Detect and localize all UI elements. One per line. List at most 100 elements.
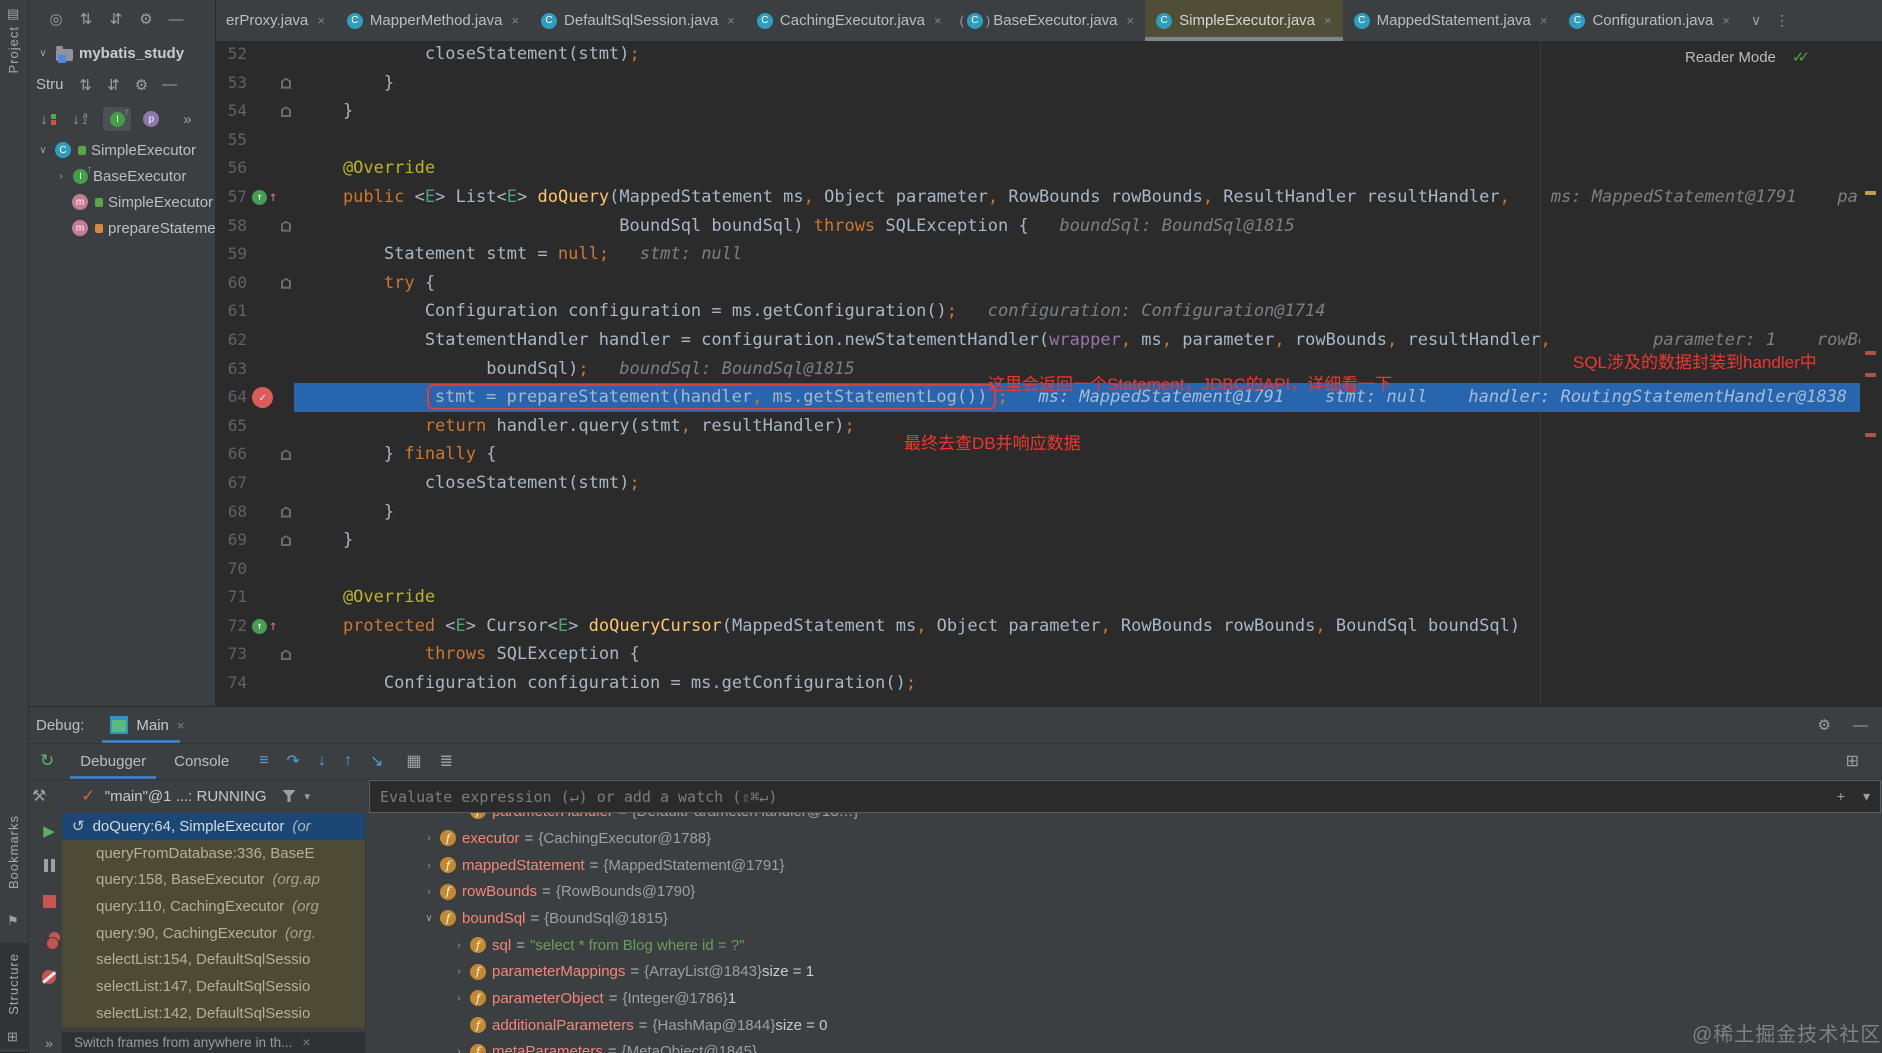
code-line-71[interactable]: 71 @Override [215, 583, 1860, 612]
line-number[interactable]: 61 [215, 297, 247, 326]
line-number[interactable]: 70 [215, 555, 247, 584]
inspections-ok-icon[interactable]: ✓✓ [1792, 48, 1811, 66]
frame-row[interactable]: query:90, CachingExecutor (org. [62, 920, 365, 947]
line-number[interactable]: 52 [215, 41, 247, 69]
close-icon[interactable]: × [1127, 13, 1135, 28]
code-editor[interactable]: 52 closeStatement(stmt);53 }54 }5556 @Ov… [215, 41, 1860, 706]
pause-program-icon[interactable] [38, 859, 60, 877]
close-icon[interactable]: × [302, 1035, 310, 1050]
minimize-icon[interactable]: — [1853, 717, 1868, 734]
line-number[interactable]: 64 [215, 383, 247, 412]
bookmark-icon[interactable]: ⚑ [7, 913, 19, 929]
add-watch-plus-icon[interactable]: + [1837, 788, 1845, 805]
resume-program-icon[interactable]: ▶ [38, 822, 60, 840]
variable-row-metaParameters[interactable]: ›fmetaParameters={MetaObject@1845} [366, 1039, 1882, 1053]
chevron-icon[interactable]: › [452, 993, 466, 1004]
fold-marker-icon[interactable] [281, 649, 291, 660]
frame-row[interactable]: selectList:147, DefaultSqlSessio [62, 973, 365, 1000]
strip-bookmarks-label[interactable]: Bookmarks [6, 815, 21, 889]
editor-tab-DefaultSqlSession.java[interactable]: CDefaultSqlSession.java× [530, 0, 746, 41]
mute-breakpoints-icon[interactable] [38, 970, 60, 989]
step-out-icon[interactable]: ↑ [344, 752, 352, 770]
line-number[interactable]: 68 [215, 498, 247, 527]
reader-mode-widget[interactable]: Reader Mode ✓✓ [1685, 48, 1811, 66]
chevron-icon[interactable]: › [54, 171, 68, 182]
close-icon[interactable]: × [177, 718, 185, 733]
chevron-icon[interactable]: ∨ [36, 145, 50, 156]
code-line-57[interactable]: 57↑↑ public <E> List<E> doQuery(MappedSt… [215, 183, 1860, 212]
close-icon[interactable]: × [1722, 13, 1730, 28]
chevron-down-icon[interactable]: ▾ [304, 790, 310, 803]
tab-console[interactable]: Console [160, 743, 243, 779]
evaluate-expression-input[interactable]: Evaluate expression (↵) or add a watch (… [369, 780, 1881, 813]
close-icon[interactable]: × [934, 13, 942, 28]
line-number[interactable]: 73 [215, 640, 247, 669]
variable-row-mappedStatement[interactable]: ›fmappedStatement={MappedStatement@1791} [366, 852, 1882, 879]
expand-all-icon[interactable]: ⇅ [76, 76, 96, 94]
hide-panel-icon[interactable]: — [160, 76, 180, 93]
show-properties-icon[interactable]: p [143, 111, 159, 127]
line-number[interactable]: 69 [215, 526, 247, 555]
code-line-74[interactable]: 74 Configuration configuration = ms.getC… [215, 669, 1860, 698]
frame-row[interactable]: selectList:142, DefaultSqlSessio [62, 1000, 365, 1027]
project-tool-icon[interactable]: ▤ [7, 6, 19, 22]
frame-row[interactable]: ↺doQuery:64, SimpleExecutor (or [62, 813, 365, 840]
strip-project-label[interactable]: Project [6, 26, 21, 73]
code-line-72[interactable]: 72↑↑ protected <E> Cursor<E> doQueryCurs… [215, 612, 1860, 641]
step-over-icon[interactable]: ↷ [287, 751, 300, 771]
editor-tab-Configuration.java[interactable]: CConfiguration.java× [1558, 0, 1741, 41]
chevron-icon[interactable]: › [422, 886, 436, 897]
locate-file-icon[interactable]: ◎ [46, 10, 66, 28]
frame-row[interactable]: query:110, CachingExecutor (org [62, 893, 365, 920]
variable-row-rowBounds[interactable]: ›frowBounds={RowBounds@1790} [366, 878, 1882, 905]
variable-row-additionalParameters[interactable]: fadditionalParameters={HashMap@1844} siz… [366, 1012, 1882, 1039]
structure-item-prepareStatement[interactable]: mprepareStatement [28, 215, 215, 241]
more-options-icon[interactable]: » [177, 111, 197, 128]
code-line-52[interactable]: 52 closeStatement(stmt); [215, 41, 1860, 69]
editor-scroll-stripe[interactable] [1860, 41, 1882, 706]
line-number[interactable]: 74 [215, 669, 247, 698]
chevron-icon[interactable]: ∨ [422, 913, 436, 924]
more-icon[interactable]: » [38, 1035, 60, 1051]
sort-by-visibility-icon[interactable]: ↓ [38, 111, 56, 128]
line-number[interactable]: 65 [215, 412, 247, 441]
settings-lines-icon[interactable]: ≣ [439, 751, 452, 771]
layout-settings-icon[interactable]: ⊞ [1846, 751, 1859, 771]
tab-options-kebab-icon[interactable]: ⋮ [1775, 12, 1789, 29]
fold-marker-icon[interactable] [281, 535, 291, 546]
structure-item-BaseExecutor[interactable]: ›I↑BaseExecutor [28, 163, 215, 189]
code-line-60[interactable]: 60 try { [215, 269, 1860, 298]
editor-tab-MappedStatement.java[interactable]: CMappedStatement.java× [1343, 0, 1559, 41]
filter-funnel-icon[interactable] [282, 790, 295, 802]
line-number[interactable]: 55 [215, 126, 247, 155]
line-number[interactable]: 54 [215, 97, 247, 126]
code-line-58[interactable]: 58 BoundSql boundSql) throws SQLExceptio… [215, 212, 1860, 241]
variable-row-parameterObject[interactable]: ›fparameterObject={Integer@1786} 1 [366, 985, 1882, 1012]
line-number[interactable]: 53 [215, 69, 247, 98]
stop-icon[interactable] [38, 895, 60, 913]
evaluate-expression-icon[interactable]: ▦ [406, 751, 421, 771]
fold-marker-icon[interactable] [281, 278, 291, 289]
line-number[interactable]: 59 [215, 240, 247, 269]
frame-row[interactable]: queryFromDatabase:336, BaseE [62, 840, 365, 867]
line-number[interactable]: 57 [215, 183, 247, 212]
show-inherited-icon[interactable]: I↑ [103, 107, 131, 131]
chevron-down-icon[interactable]: ▾ [1863, 788, 1870, 805]
variable-row-boundSql[interactable]: ∨fboundSql={BoundSql@1815} [366, 905, 1882, 932]
code-line-61[interactable]: 61 Configuration configuration = ms.getC… [215, 297, 1860, 326]
editor-tab-BaseExecutor.java[interactable]: (C)BaseExecutor.java× [953, 0, 1146, 41]
expand-all-icon[interactable]: ⇅ [76, 10, 96, 28]
fold-marker-icon[interactable] [281, 106, 291, 117]
code-line-56[interactable]: 56 @Override [215, 154, 1860, 183]
variable-row-parameterMappings[interactable]: ›fparameterMappings={ArrayList@1843} siz… [366, 958, 1882, 985]
close-icon[interactable]: × [317, 13, 325, 28]
code-line-68[interactable]: 68 } [215, 498, 1860, 527]
chevron-icon[interactable]: › [452, 940, 466, 951]
editor-tab-erProxy.java[interactable]: erProxy.java× [215, 0, 336, 41]
chevron-icon[interactable]: › [452, 813, 466, 817]
line-number[interactable]: 60 [215, 269, 247, 298]
chevron-icon[interactable]: › [452, 1046, 466, 1053]
code-line-59[interactable]: 59 Statement stmt = null; stmt: null [215, 240, 1860, 269]
frame-row[interactable]: selectList:154, DefaultSqlSessio [62, 946, 365, 973]
overrides-method-icon[interactable]: ↑ [252, 619, 267, 634]
